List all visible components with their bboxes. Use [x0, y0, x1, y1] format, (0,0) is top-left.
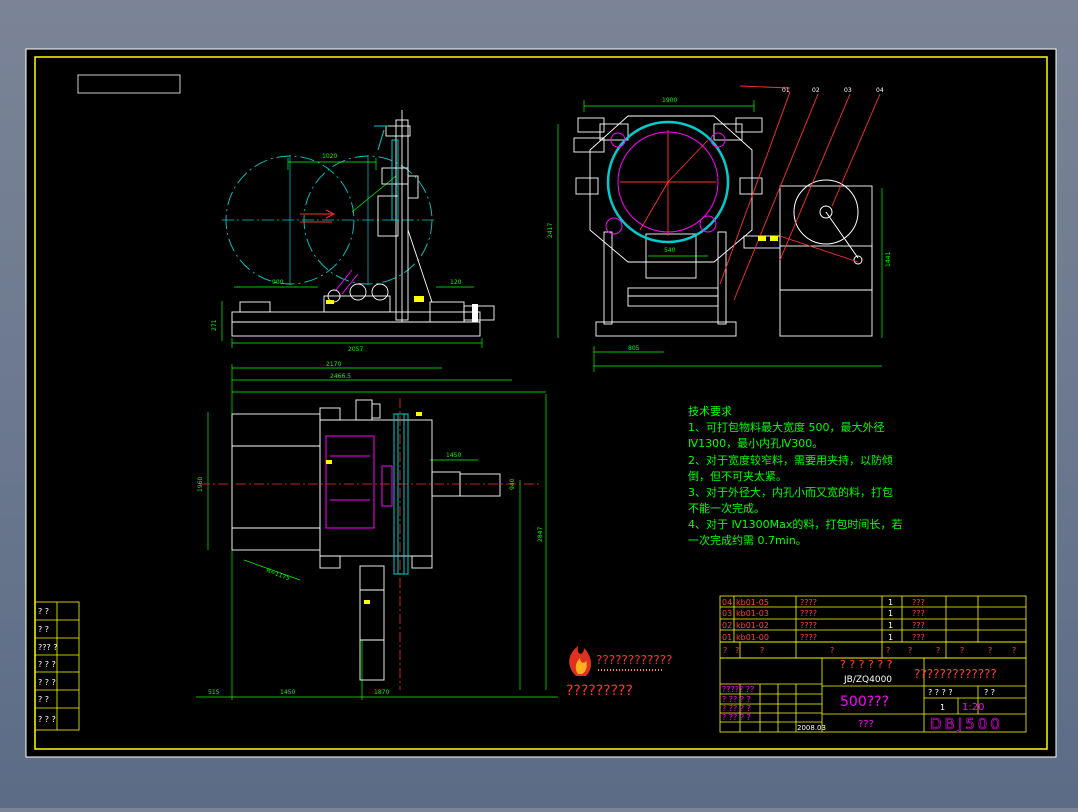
header-cell: ? — [723, 646, 727, 655]
notes-line: 倒，但不可夹太紧。 — [688, 470, 787, 483]
part-name: ???? — [800, 621, 817, 630]
dim-940: 940 — [509, 478, 516, 490]
notes-title: 技术要求 — [688, 405, 732, 418]
balloon-02: 02 — [812, 87, 820, 94]
cad-viewport[interactable]: ? ? ? ? ??? ? ? ? ? ? ? ? ? ? ? ? ? 1020… — [0, 0, 1078, 808]
notes-line: 3、对于外径大，内孔小而又宽的料，打包 — [688, 485, 893, 499]
product-name: 500??? — [840, 694, 889, 710]
balloon-01: 01 — [782, 87, 790, 94]
part-qty: 1 — [888, 609, 893, 618]
balloon-04: 04 — [876, 87, 884, 94]
dim-540: 540 — [664, 247, 676, 254]
part-code: kb01-00 — [736, 633, 769, 642]
title-block-cell: ? ?? ? ? — [722, 704, 751, 713]
dim-1441: 1441 — [885, 252, 892, 267]
title-block-cell: ????? ?? — [722, 685, 754, 694]
scale-label: ??? — [858, 719, 874, 730]
part-no: 02 — [722, 621, 732, 630]
title-block-cell: ? ?? ? ? — [722, 695, 751, 704]
header-cell: ? — [830, 646, 834, 655]
notes-line: 4、对于 Ⅳ1300Max的料，打包时间长，若 — [688, 517, 902, 531]
dim-120: 120 — [450, 279, 462, 286]
engineering-drawing: ? ? ? ? ??? ? ? ? ? ? ? ? ? ? ? ? ? 1020… — [25, 48, 1057, 758]
dim-1450b: 1450 — [280, 689, 295, 696]
part-material: ??? — [912, 609, 925, 618]
part-no: 01 — [722, 633, 732, 642]
title-date: 2008.03 — [797, 724, 826, 732]
title-small-b: 1 — [940, 703, 945, 712]
part-name: ???? — [800, 598, 817, 607]
header-cell: ? — [960, 646, 964, 655]
header-cell: ? — [1012, 646, 1016, 655]
standard-code: JB/ZQ4000 — [843, 675, 892, 685]
notes-line: 2、对于宽度较窄料，需要用夹持，以防倾 — [688, 453, 893, 467]
header-cell: ? — [936, 646, 940, 655]
dim-2847: 2847 — [537, 527, 544, 542]
part-code: kb01-03 — [736, 609, 769, 618]
part-name: ???? — [800, 609, 817, 618]
dim-515: 515 — [208, 689, 220, 696]
header-cell: ? — [735, 646, 739, 655]
part-qty: 1 — [888, 633, 893, 642]
notes-line: 1、可打包物料最大宽度 500，最大外径 — [688, 420, 885, 434]
notes-line: Ⅳ1300，最小内孔Ⅳ300。 — [688, 436, 823, 450]
company-name: ????????????? — [914, 667, 997, 681]
dim-1450: 1450 — [446, 452, 461, 459]
dim-1870: 1870 — [374, 689, 389, 696]
balloon-03: 03 — [844, 87, 852, 94]
drawing-number: DBJ500 — [930, 715, 1003, 733]
dim-271: 271 — [211, 319, 218, 331]
part-no: 03 — [722, 609, 732, 618]
drawing-sheet — [25, 48, 1057, 758]
part-no: 04 — [722, 598, 732, 607]
dim-1900: 1900 — [662, 97, 677, 104]
dim-900: 900 — [272, 279, 284, 286]
part-qty: 1 — [888, 598, 893, 607]
left-strip-label: ? ? ? — [38, 715, 56, 724]
part-material: ??? — [912, 598, 925, 607]
part-material: ??? — [912, 621, 925, 630]
title-small-c: 1:20 — [962, 702, 984, 713]
left-strip-label: ? ? — [38, 695, 49, 704]
part-material: ??? — [912, 633, 925, 642]
dim-2170: 2170 — [326, 361, 341, 368]
header-cell: ? — [988, 646, 992, 655]
left-strip-label: ? ? ? — [38, 660, 56, 669]
title-block-cell: ? ?? ? ? — [722, 713, 751, 722]
notes-line: 一次完成约需 0.7min。 — [688, 533, 807, 547]
dim-1020: 1020 — [322, 153, 337, 160]
dim-1960: 1960 — [197, 477, 204, 492]
part-code: kb01-05 — [736, 598, 769, 607]
left-strip-label: ??? ? — [38, 643, 58, 652]
dim-2417: 2417 — [547, 223, 554, 238]
title-small-a: ? ? — [984, 688, 995, 697]
title-qs: ? ? ? ? — [928, 688, 953, 697]
dim-805: 805 — [628, 345, 640, 352]
header-cell: ? — [886, 646, 890, 655]
logo-text-primary: ???????????? — [596, 653, 672, 667]
left-strip-label: ? ? ? — [38, 678, 56, 687]
dim-2057: 2057 — [348, 346, 363, 353]
dim-2466: 2466.5 — [330, 373, 351, 380]
header-cell: ? — [760, 646, 764, 655]
part-qty: 1 — [888, 621, 893, 630]
part-code: kb01-02 — [736, 621, 769, 630]
part-name: ???? — [800, 633, 817, 642]
logo-text-secondary: ????????? — [566, 683, 633, 699]
left-strip-label: ? ? — [38, 607, 49, 616]
left-strip-label: ? ? — [38, 625, 49, 634]
notes-line: 不能一次完成。 — [688, 501, 765, 515]
drawing-title: ? ? ? ? ? ? — [840, 658, 893, 671]
header-cell: ? — [908, 646, 912, 655]
